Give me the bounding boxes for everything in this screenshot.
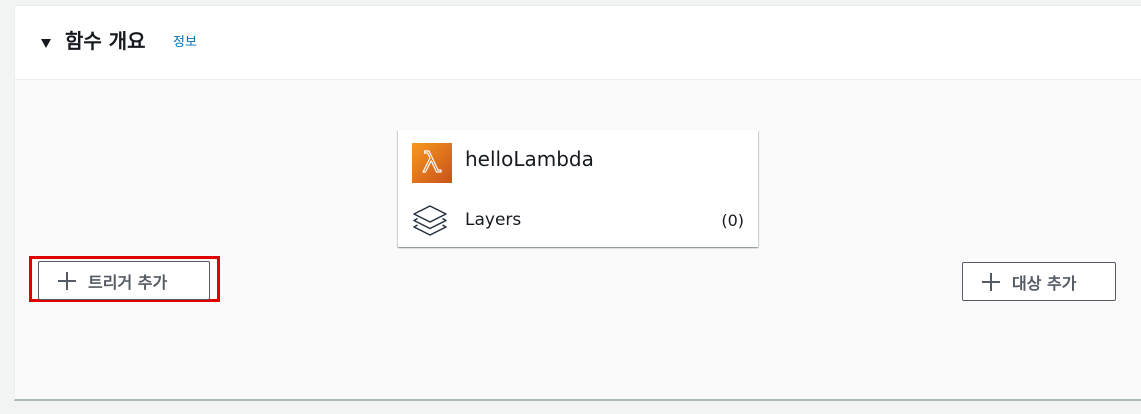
function-name[interactable]: helloLambda	[465, 146, 594, 172]
layers-label[interactable]: Layers	[465, 209, 521, 231]
function-card: helloLambda Layers (0)	[398, 130, 758, 247]
add-destination-label: 대상 추가	[1012, 273, 1077, 293]
lambda-icon	[412, 143, 452, 183]
function-overview-panel: 함수 개요 정보 helloLambda Layers (0)	[14, 5, 1141, 401]
collapse-caret-icon[interactable]	[41, 39, 51, 48]
info-link[interactable]: 정보	[173, 34, 197, 52]
plus-icon	[58, 271, 76, 290]
panel-header: 함수 개요 정보	[15, 6, 1141, 80]
layers-count: (0)	[721, 211, 744, 230]
add-destination-button[interactable]: 대상 추가	[962, 262, 1116, 301]
add-trigger-button[interactable]: 트리거 추가	[38, 261, 210, 300]
plus-icon	[982, 272, 1000, 291]
layers-stack-icon	[412, 203, 448, 237]
add-trigger-label: 트리거 추가	[88, 272, 168, 292]
page-title: 함수 개요	[65, 29, 146, 53]
